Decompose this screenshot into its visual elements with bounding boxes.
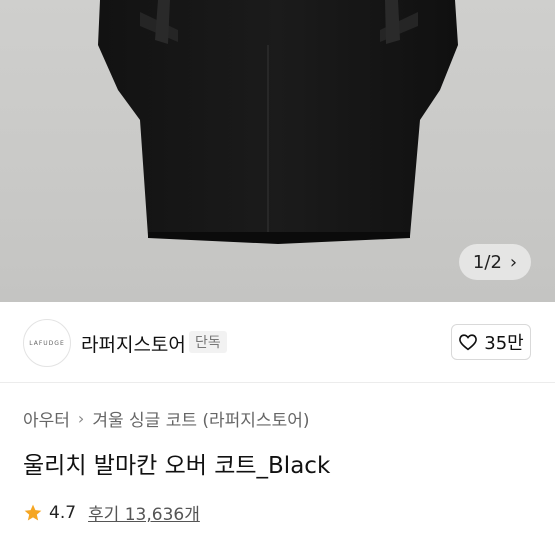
like-button[interactable]: 35만 [451, 324, 531, 360]
breadcrumb-item-outer[interactable]: 아우터 [23, 406, 70, 431]
heart-outline-icon [459, 334, 478, 351]
exclusive-badge: 단독 [189, 331, 227, 353]
chevron-right-icon: › [77, 409, 85, 428]
store-logo[interactable]: LAFUDGE [23, 319, 71, 367]
counter-text: 1/2 [472, 251, 502, 273]
chevron-right-icon[interactable]: › [510, 252, 517, 273]
rating-row: 4.7 후기 13,636개 [23, 500, 200, 525]
product-image[interactable]: 1/2 › [0, 0, 555, 302]
product-title: 울리치 발마칸 오버 코트_Black [23, 453, 331, 479]
like-count: 35만 [484, 333, 524, 354]
star-icon [24, 504, 42, 520]
image-counter[interactable]: 1/2 › [459, 244, 531, 280]
reviews-link[interactable]: 후기 13,636개 [88, 500, 200, 525]
product-page: 1/2 › LAFUDGE 라퍼지스토어 단독 35만 아우터 › 겨울 싱글 … [0, 0, 555, 555]
store-name[interactable]: 라퍼지스토어 [81, 330, 186, 357]
rating-score: 4.7 [49, 502, 77, 523]
breadcrumb: 아우터 › 겨울 싱글 코트 (라퍼지스토어) [23, 406, 309, 431]
breadcrumb-item-category[interactable]: 겨울 싱글 코트 (라퍼지스토어) [92, 406, 309, 431]
